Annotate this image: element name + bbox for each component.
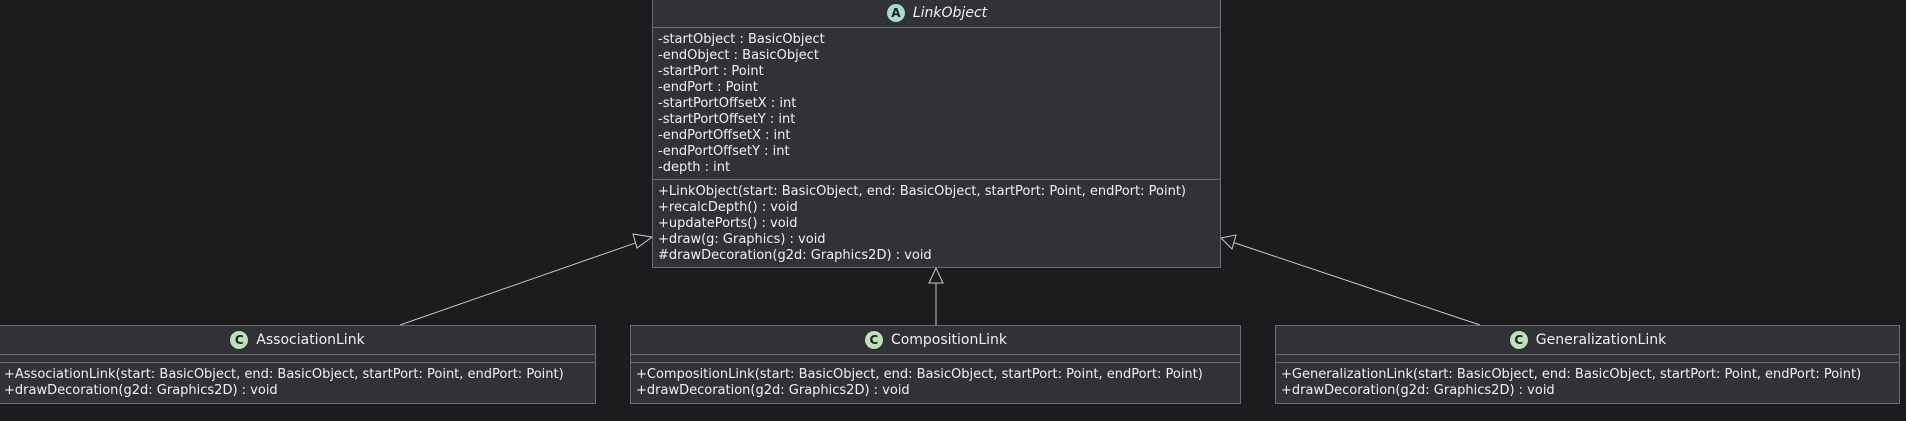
methods-section: +AssociationLink(start: BasicObject, end… xyxy=(0,363,595,404)
class-icon: C xyxy=(229,330,250,350)
class-name: LinkObject xyxy=(912,5,988,21)
class-header: C GeneralizationLink xyxy=(1276,326,1899,355)
method: +updatePorts() : void xyxy=(658,216,798,231)
edge-generalization-to-linkobject xyxy=(1231,241,1481,326)
field: -endPortOffsetX : int xyxy=(658,128,791,143)
generalization-arrowhead-composition xyxy=(928,266,944,284)
diagram-canvas: A LinkObject -startObject : BasicObject … xyxy=(0,0,1906,421)
class-generalizationlink[interactable]: C GeneralizationLink +GeneralizationLink… xyxy=(1275,325,1900,404)
edge-association-to-linkobject xyxy=(399,240,642,326)
method: +drawDecoration(g2d: Graphics2D) : void xyxy=(1281,383,1555,398)
class-icon: C xyxy=(1508,330,1529,350)
fields-section: -startObject : BasicObject -endObject : … xyxy=(653,28,1220,180)
generalization-arrowhead-generalization xyxy=(1219,234,1237,250)
field: -depth : int xyxy=(658,160,731,175)
field: -startObject : BasicObject xyxy=(658,32,825,47)
class-name: GeneralizationLink xyxy=(1535,332,1667,348)
method: +drawDecoration(g2d: Graphics2D) : void xyxy=(4,383,278,398)
field: -startPortOffsetY : int xyxy=(658,112,796,127)
fields-section xyxy=(1276,355,1899,363)
class-header: C CompositionLink xyxy=(631,326,1240,355)
class-name: CompositionLink xyxy=(890,332,1008,348)
method: #drawDecoration(g2d: Graphics2D) : void xyxy=(658,248,932,263)
class-header: A LinkObject xyxy=(653,0,1220,28)
method: +AssociationLink(start: BasicObject, end… xyxy=(4,367,564,382)
method: +drawDecoration(g2d: Graphics2D) : void xyxy=(636,383,910,398)
methods-section: +LinkObject(start: BasicObject, end: Bas… xyxy=(653,180,1220,269)
abstract-class-icon: A xyxy=(885,3,906,23)
generalization-arrowhead-association xyxy=(632,233,654,249)
fields-section xyxy=(631,355,1240,363)
class-associationlink[interactable]: C AssociationLink +AssociationLink(start… xyxy=(0,325,596,404)
field: -endPortOffsetY : int xyxy=(658,144,790,159)
fields-section xyxy=(0,355,595,363)
field: -endPort : Point xyxy=(658,80,758,95)
class-icon: C xyxy=(863,330,884,350)
field: -endObject : BasicObject xyxy=(658,48,819,63)
field: -startPortOffsetX : int xyxy=(658,96,797,111)
method: +GeneralizationLink(start: BasicObject, … xyxy=(1281,367,1862,382)
method: +CompositionLink(start: BasicObject, end… xyxy=(636,367,1203,382)
class-linkobject[interactable]: A LinkObject -startObject : BasicObject … xyxy=(652,0,1221,268)
methods-section: +CompositionLink(start: BasicObject, end… xyxy=(631,363,1240,404)
methods-section: +GeneralizationLink(start: BasicObject, … xyxy=(1276,363,1899,404)
method: +recalcDepth() : void xyxy=(658,200,798,215)
class-header: C AssociationLink xyxy=(0,326,595,355)
field: -startPort : Point xyxy=(658,64,764,79)
class-name: AssociationLink xyxy=(256,332,365,348)
class-compositionlink[interactable]: C CompositionLink +CompositionLink(start… xyxy=(630,325,1241,404)
method: +draw(g: Graphics) : void xyxy=(658,232,826,247)
method: +LinkObject(start: BasicObject, end: Bas… xyxy=(658,184,1186,199)
